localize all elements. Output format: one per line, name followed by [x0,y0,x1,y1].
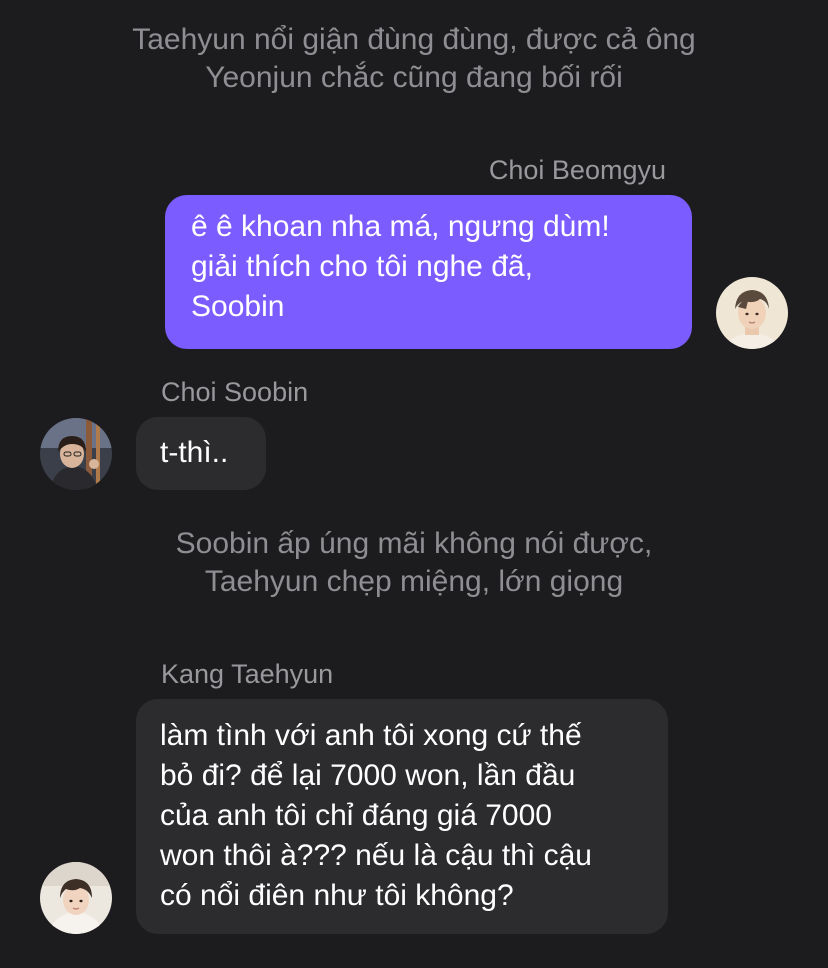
narration-text: Soobin ấp úng mãi không nói được, Taehyu… [0,525,828,601]
message-line: của anh tôi chỉ đáng giá 7000 [160,799,552,832]
message-line: giải thích cho tôi nghe đã, [191,250,533,283]
avatar[interactable] [40,418,112,490]
narration-line: Soobin ấp úng mãi không nói được, [175,527,653,560]
message-line: bỏ đi? để lại 7000 won, lần đầu [160,759,576,792]
sender-name: Kang Taehyun [161,659,334,689]
user-avatar-photo-icon [716,277,788,349]
message-line: Soobin [191,290,285,323]
message-line: ê ê khoan nha má, ngưng dùm! [191,210,610,243]
user-avatar-photo-icon [40,862,112,934]
message-line: có nổi điên như tôi không? [160,879,514,912]
message-line: làm tình với anh tôi xong cứ thế [160,719,582,752]
message-line: won thôi à??? nếu là cậu thì cậu [160,839,592,872]
sender-name: Choi Soobin [161,377,309,407]
narration-line: Taehyun chẹp miệng, lớn giọng [204,565,624,598]
narration-line: Taehyun nổi giận đùng đùng, được cả ông [132,23,696,56]
narration-line: Yeonjun chắc cũng đang bối rối [205,61,623,94]
avatar[interactable] [716,277,788,349]
narration-text: Taehyun nổi giận đùng đùng, được cả ông … [0,21,828,97]
message-line: t-thì.. [160,436,229,469]
message-bubble[interactable]: làm tình với anh tôi xong cứ thế bỏ đi? … [136,699,668,934]
message-bubble[interactable]: t-thì.. [136,417,266,490]
user-avatar-photo-icon [40,418,112,490]
message-bubble[interactable]: ê ê khoan nha má, ngưng dùm! giải thích … [165,195,692,349]
avatar[interactable] [40,862,112,934]
sender-name: Choi Beomgyu [488,155,666,185]
